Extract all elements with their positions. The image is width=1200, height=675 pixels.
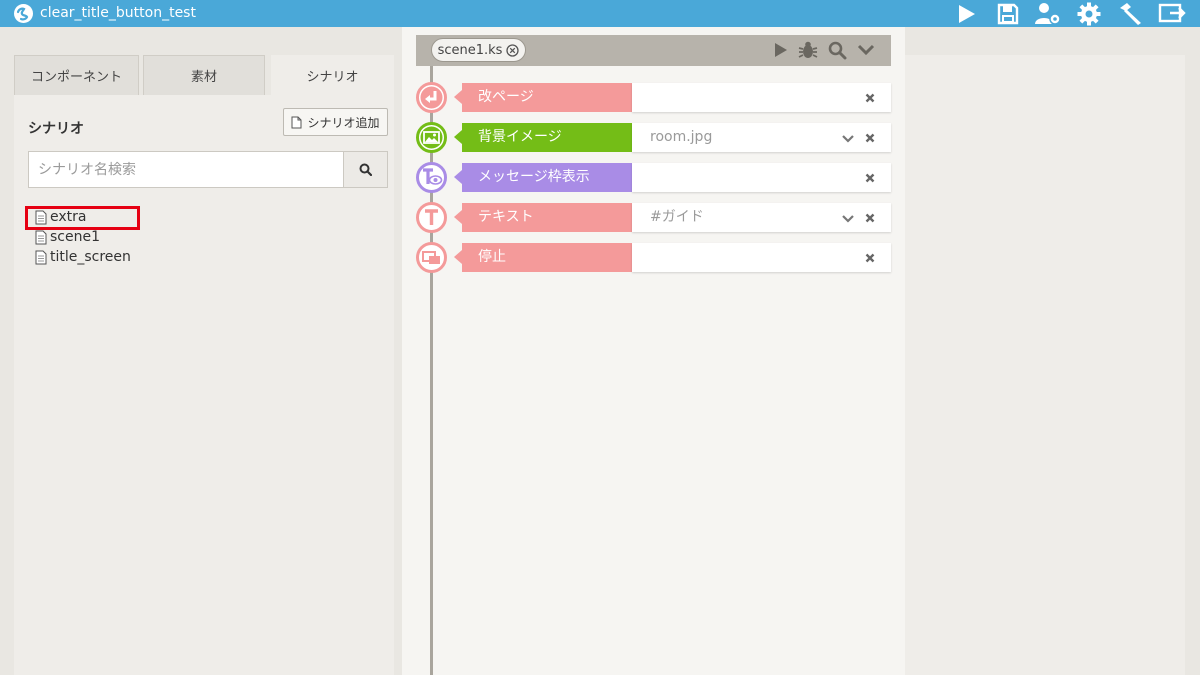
file-icon — [291, 116, 302, 128]
tag-label[interactable]: 停止 — [454, 243, 632, 272]
tag-row-message-window-show: メッセージ枠表示 — [416, 162, 891, 193]
tab-label: コンポーネント — [30, 70, 122, 85]
close-icon — [865, 93, 875, 103]
close-icon — [865, 133, 875, 143]
add-scenario-button[interactable]: シナリオ追加 — [283, 108, 388, 136]
background-image-icon — [420, 126, 443, 149]
play-icon — [775, 43, 787, 57]
dropdown-button[interactable] — [841, 211, 855, 225]
stop-icon — [420, 246, 443, 269]
dropdown-button[interactable] — [841, 131, 855, 145]
tag-value[interactable] — [632, 83, 891, 112]
gear-icon — [1077, 2, 1101, 25]
text-node — [416, 202, 447, 233]
hammer-icon — [1120, 2, 1141, 25]
tab-label: 素材 — [190, 70, 217, 85]
export-button[interactable] — [1157, 0, 1187, 27]
scenario-search-input[interactable] — [28, 151, 344, 188]
save-button[interactable] — [993, 0, 1023, 27]
user-settings-button[interactable] — [1033, 0, 1063, 27]
chevron-down-icon — [842, 135, 854, 143]
bug-icon — [798, 41, 818, 58]
tag-label[interactable]: 改ページ — [454, 83, 632, 112]
debug-button[interactable] — [795, 37, 821, 63]
left-panel: コンポーネント 素材 シナリオ シナリオ シナリオ追加 extra — [14, 55, 394, 675]
stop-node — [416, 242, 447, 273]
delete-button[interactable] — [863, 131, 877, 145]
scenario-file-list: extra scene1 title_screen — [35, 207, 131, 267]
page-break-icon — [420, 86, 443, 109]
tab-materials[interactable]: 素材 — [143, 55, 265, 95]
window-title: clear_title_button_test — [40, 5, 196, 21]
play-scene-button[interactable] — [767, 37, 793, 63]
tag-row-page-break: 改ページ — [416, 82, 891, 113]
document-icon — [35, 250, 47, 264]
add-scenario-label: シナリオ追加 — [307, 115, 380, 130]
search-icon — [359, 163, 372, 176]
background-image-node — [416, 122, 447, 153]
close-icon — [865, 213, 875, 223]
tab-scenario[interactable]: シナリオ — [271, 55, 394, 95]
message-window-show-icon — [420, 166, 443, 189]
editor-menu-button[interactable] — [853, 37, 879, 63]
title-bar: clear_title_button_test — [0, 0, 1200, 27]
chevron-down-icon — [857, 44, 875, 56]
document-icon — [35, 210, 47, 224]
search-icon — [828, 41, 846, 59]
file-item-title-screen[interactable]: title_screen — [35, 247, 131, 267]
delete-button[interactable] — [863, 251, 877, 265]
delete-button[interactable] — [863, 211, 877, 225]
file-item-label: title_screen — [50, 249, 131, 265]
close-circle-icon[interactable] — [506, 43, 520, 57]
build-button[interactable] — [1115, 0, 1145, 27]
tag-value[interactable] — [632, 243, 891, 272]
close-icon — [865, 253, 875, 263]
export-icon — [1158, 3, 1186, 22]
tag-row-text: テキスト #ガイド — [416, 202, 891, 233]
tag-label[interactable]: メッセージ枠表示 — [454, 163, 632, 192]
preview-panel — [905, 55, 1185, 675]
file-tab-label: scene1.ks — [437, 42, 503, 58]
tag-label[interactable]: テキスト — [454, 203, 632, 232]
scenario-search-button[interactable] — [343, 151, 388, 188]
delete-button[interactable] — [863, 91, 877, 105]
file-tab-scene1[interactable]: scene1.ks — [431, 38, 526, 62]
tag-label[interactable]: 背景イメージ — [454, 123, 632, 152]
play-icon — [959, 4, 975, 23]
file-item-extra[interactable]: extra — [35, 207, 131, 227]
document-icon — [35, 230, 47, 244]
file-item-scene1[interactable]: scene1 — [35, 227, 131, 247]
file-item-label: scene1 — [50, 229, 100, 245]
run-game-button[interactable] — [951, 0, 981, 27]
delete-button[interactable] — [863, 171, 877, 185]
tab-components[interactable]: コンポーネント — [14, 55, 139, 95]
tag-row-background-image: 背景イメージ room.jpg — [416, 122, 891, 153]
tab-label: シナリオ — [306, 70, 359, 85]
close-icon — [865, 173, 875, 183]
app-logo-icon — [14, 4, 33, 23]
file-item-label: extra — [50, 209, 87, 225]
chevron-down-icon — [842, 215, 854, 223]
timeline-line — [430, 66, 433, 675]
message-window-node — [416, 162, 447, 193]
user-settings-icon — [1035, 2, 1061, 25]
search-scene-button[interactable] — [824, 37, 850, 63]
save-icon — [997, 3, 1019, 24]
page-break-node — [416, 82, 447, 113]
text-icon — [420, 206, 443, 229]
settings-button[interactable] — [1074, 0, 1104, 27]
tag-value[interactable] — [632, 163, 891, 192]
tag-row-stop: 停止 — [416, 242, 891, 273]
section-title: シナリオ — [28, 121, 84, 137]
